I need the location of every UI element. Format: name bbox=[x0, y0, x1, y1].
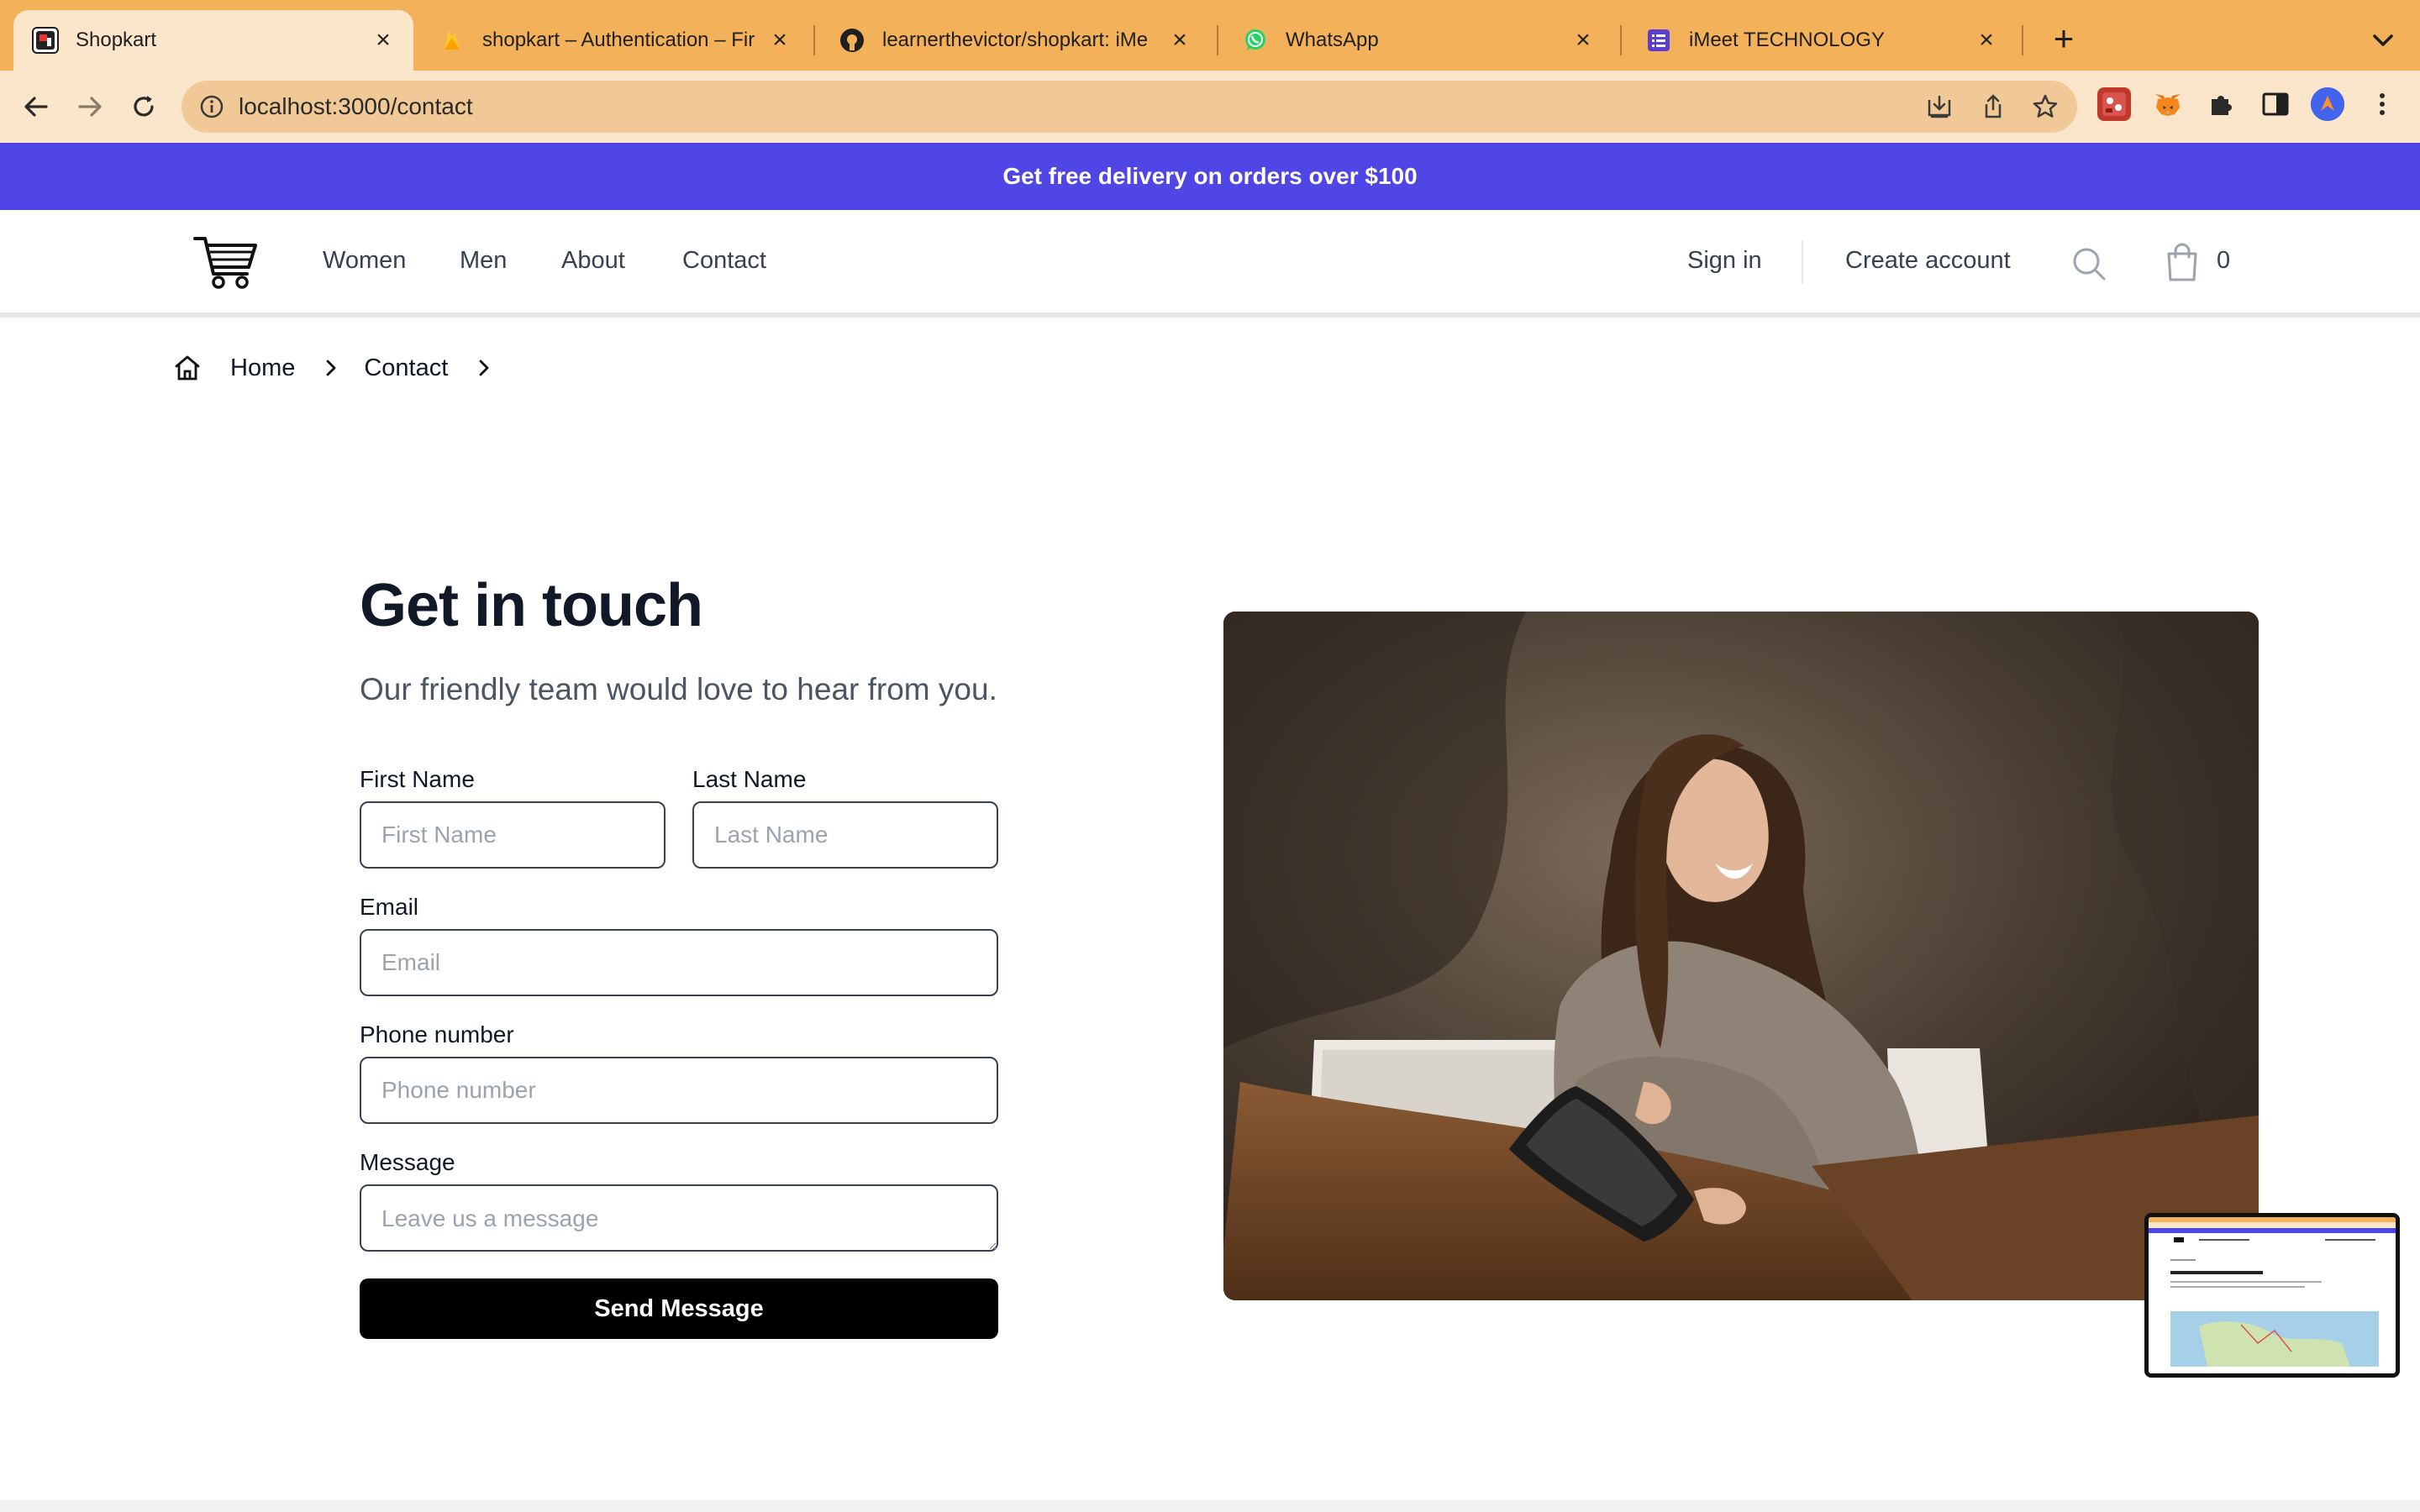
promo-banner: Get free delivery on orders over $100 bbox=[0, 143, 2420, 210]
address-bar[interactable]: localhost:3000/contact bbox=[182, 81, 2077, 133]
contact-photo-woman-with-tablet bbox=[1223, 612, 2259, 1300]
last-name-input[interactable] bbox=[692, 801, 998, 869]
tab-separator bbox=[2022, 25, 2023, 55]
close-tab-icon[interactable]: × bbox=[1975, 28, 1998, 53]
github-favicon-icon bbox=[839, 27, 865, 54]
promo-text: Get free delivery on orders over $100 bbox=[1002, 163, 1418, 189]
first-name-label: First Name bbox=[360, 766, 475, 792]
whatsapp-favicon-icon bbox=[1242, 27, 1269, 54]
create-account-link[interactable]: Create account bbox=[1845, 247, 2011, 275]
footer-edge bbox=[0, 1500, 2420, 1512]
sign-in-link[interactable]: Sign in bbox=[1687, 247, 1762, 275]
close-tab-icon[interactable]: × bbox=[1168, 28, 1192, 53]
site-header: Women Men About Contact Sign in Create a… bbox=[0, 210, 2420, 318]
send-message-button[interactable]: Send Message bbox=[360, 1278, 998, 1339]
page-subtitle: Our friendly team would love to hear fro… bbox=[360, 672, 997, 706]
profile-avatar[interactable] bbox=[2311, 87, 2344, 121]
back-arrow-icon[interactable] bbox=[15, 86, 57, 128]
phone-label: Phone number bbox=[360, 1021, 514, 1047]
tab-title: shopkart – Authentication – Fir bbox=[482, 29, 755, 51]
email-label: Email bbox=[360, 894, 419, 920]
shopping-cart-logo-icon[interactable] bbox=[192, 234, 259, 291]
tab-separator bbox=[1217, 25, 1218, 55]
new-tab-plus-icon[interactable]: + bbox=[2044, 18, 2084, 59]
tab-title: learnerthevictor/shopkart: iMe bbox=[882, 29, 1149, 51]
share-icon[interactable] bbox=[1978, 92, 2008, 122]
email-input[interactable] bbox=[360, 929, 998, 996]
imeet-favicon-icon bbox=[1645, 27, 1672, 54]
tab-separator bbox=[813, 25, 815, 55]
metamask-fox-icon[interactable] bbox=[2151, 87, 2185, 121]
chevron-right-icon bbox=[326, 360, 336, 376]
last-name-label: Last Name bbox=[692, 766, 807, 792]
side-panel-icon[interactable] bbox=[2259, 87, 2292, 121]
browser-tab-imeet[interactable]: iMeet TECHNOLOGY × bbox=[1627, 10, 2017, 71]
shopkart-favicon-icon bbox=[32, 27, 59, 54]
nav-divider bbox=[1802, 240, 1803, 284]
tab-search-chevron-down-icon[interactable] bbox=[2366, 24, 2400, 57]
close-tab-icon[interactable]: × bbox=[768, 28, 792, 53]
cart-count[interactable]: 0 bbox=[2217, 247, 2230, 275]
browser-tab-github[interactable]: learnerthevictor/shopkart: iMe × bbox=[820, 10, 1210, 71]
search-icon[interactable] bbox=[2070, 245, 2107, 282]
nav-link-women[interactable]: Women bbox=[323, 247, 406, 275]
page-title: Get in touch bbox=[360, 572, 703, 639]
shopping-bag-icon[interactable] bbox=[2165, 242, 2200, 282]
nav-link-contact[interactable]: Contact bbox=[682, 247, 766, 275]
browser-tab-strip: Shopkart × shopkart – Authentication – F… bbox=[0, 0, 2420, 71]
browser-tab-shopkart[interactable]: Shopkart × bbox=[13, 10, 413, 71]
tab-title: iMeet TECHNOLOGY bbox=[1689, 29, 1885, 51]
close-tab-icon[interactable]: × bbox=[1571, 28, 1595, 53]
bookmark-star-icon[interactable] bbox=[2030, 92, 2060, 122]
extensions-puzzle-icon[interactable] bbox=[2205, 87, 2238, 121]
chevron-right-icon bbox=[479, 360, 489, 376]
breadcrumb-contact[interactable]: Contact bbox=[364, 354, 448, 382]
browser-menu-kebab-icon[interactable] bbox=[2370, 87, 2395, 121]
picture-in-picture-window[interactable] bbox=[2144, 1213, 2400, 1378]
tab-title: Shopkart bbox=[76, 29, 157, 51]
tab-separator bbox=[1620, 25, 1622, 55]
firebase-favicon-icon bbox=[439, 27, 466, 54]
message-textarea[interactable] bbox=[360, 1184, 998, 1252]
browser-tab-whatsapp[interactable]: WhatsApp × bbox=[1223, 10, 1613, 71]
extension-red-icon[interactable] bbox=[2097, 87, 2131, 121]
browser-toolbar: localhost:3000/contact bbox=[0, 71, 2420, 143]
first-name-input[interactable] bbox=[360, 801, 666, 869]
breadcrumb: Home Contact bbox=[173, 348, 517, 388]
home-icon[interactable] bbox=[173, 354, 202, 382]
install-app-icon[interactable] bbox=[1924, 92, 1954, 122]
site-info-icon[interactable] bbox=[198, 93, 225, 120]
browser-tab-firebase[interactable]: shopkart – Authentication – Fir × bbox=[420, 10, 810, 71]
phone-input[interactable] bbox=[360, 1057, 998, 1124]
forward-arrow-icon[interactable] bbox=[69, 86, 111, 128]
nav-link-men[interactable]: Men bbox=[460, 247, 507, 275]
tab-title: WhatsApp bbox=[1286, 29, 1379, 51]
url-text[interactable]: localhost:3000/contact bbox=[239, 81, 473, 133]
breadcrumb-home[interactable]: Home bbox=[230, 354, 295, 382]
nav-link-about[interactable]: About bbox=[561, 247, 625, 275]
close-tab-icon[interactable]: × bbox=[371, 28, 395, 53]
message-label: Message bbox=[360, 1149, 455, 1175]
reload-icon[interactable] bbox=[123, 86, 165, 128]
